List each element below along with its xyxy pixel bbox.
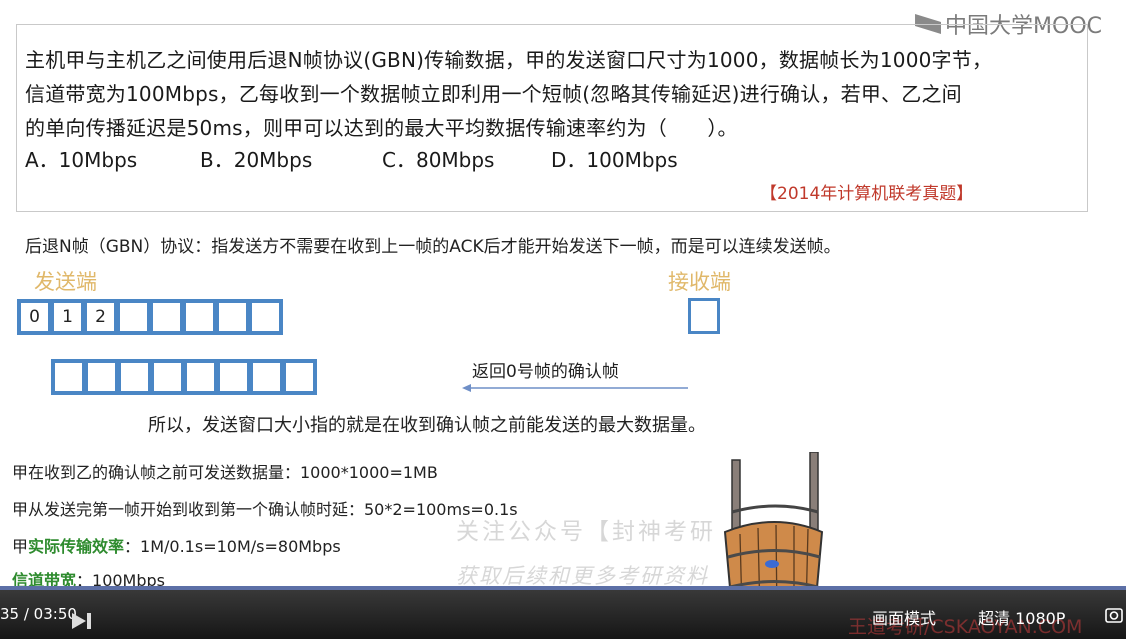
frame-cell [217,301,248,333]
display-mode-button[interactable]: 画面模式 [872,605,936,629]
calc-line-2: 甲从发送完第一帧开始到收到第一个确认帧时延：50*2=100ms=0.1s [12,500,518,519]
frame-cell: 2 [85,301,116,333]
calc-line-1: 甲在收到乙的确认帧之前可发送数据量：1000*1000=1MB [12,463,438,482]
frame-cell [251,361,282,393]
window-conclusion: 所以，发送窗口大小指的就是在收到确认帧之前能发送的最大数据量。 [148,415,706,436]
frame-cell [250,301,281,333]
calc-line-3-highlight: 实际传输效率 [28,537,125,556]
sender-label: 发送端 [34,270,97,294]
sender-window: 0 1 2 [17,299,283,335]
calc-line-3: 甲实际传输效率：1M/0.1s=10M/s=80Mbps [12,533,341,557]
option-b: B．20Mbps [200,148,313,172]
frame-cell [118,301,149,333]
screenshot-icon[interactable] [1104,605,1124,625]
question-line-3: 的单向传播延迟是50ms，则甲可以达到的最大平均数据传输速率约为（ ）。 [25,116,738,140]
question-line-1: 主机甲与主机乙之间使用后退N帧协议(GBN)传输数据，甲的发送窗口尺寸为1000… [25,48,993,72]
receiver-label: 接收端 [668,270,731,294]
question-line-2: 信道带宽为100Mbps，乙每收到一个数据帧立即利用一个短帧(忽略其传输延迟)进… [25,82,962,106]
frame-cell [184,301,215,333]
frame-cell [53,361,84,393]
playback-time: 35 / 03:50 [0,605,77,623]
gbn-definition: 后退N帧（GBN）协议：指发送方不需要在收到上一帧的ACK后才能开始发送下一帧，… [25,237,841,257]
watermark-line-1: 关注公众号【封神考研 [456,519,716,545]
frame-cell [86,361,117,393]
sender-window-next [51,359,317,395]
frame-cell [119,361,150,393]
quality-button[interactable]: 超清 1080P [978,605,1065,629]
option-a: A．10Mbps [25,148,138,172]
option-c: C．80Mbps [382,148,495,172]
receiver-frame-cell [688,298,720,334]
ack-arrow-icon [462,384,688,392]
ack-label: 返回0号帧的确认帧 [472,362,619,382]
frame-cell [151,301,182,333]
calc-line-3-prefix: 甲 [12,537,29,556]
calc-line-3-rest: ：1M/0.1s=10M/s=80Mbps [124,537,341,556]
frame-cell: 0 [19,301,50,333]
question-source: 【2014年计算机联考真题】 [760,184,974,204]
frame-cell: 1 [52,301,83,333]
frame-cell [185,361,216,393]
progress-bar[interactable] [0,586,1126,590]
frame-cell [218,361,249,393]
next-icon[interactable] [72,612,94,630]
option-d: D．100Mbps [551,148,678,172]
frame-cell [152,361,183,393]
frame-cell [284,361,315,393]
